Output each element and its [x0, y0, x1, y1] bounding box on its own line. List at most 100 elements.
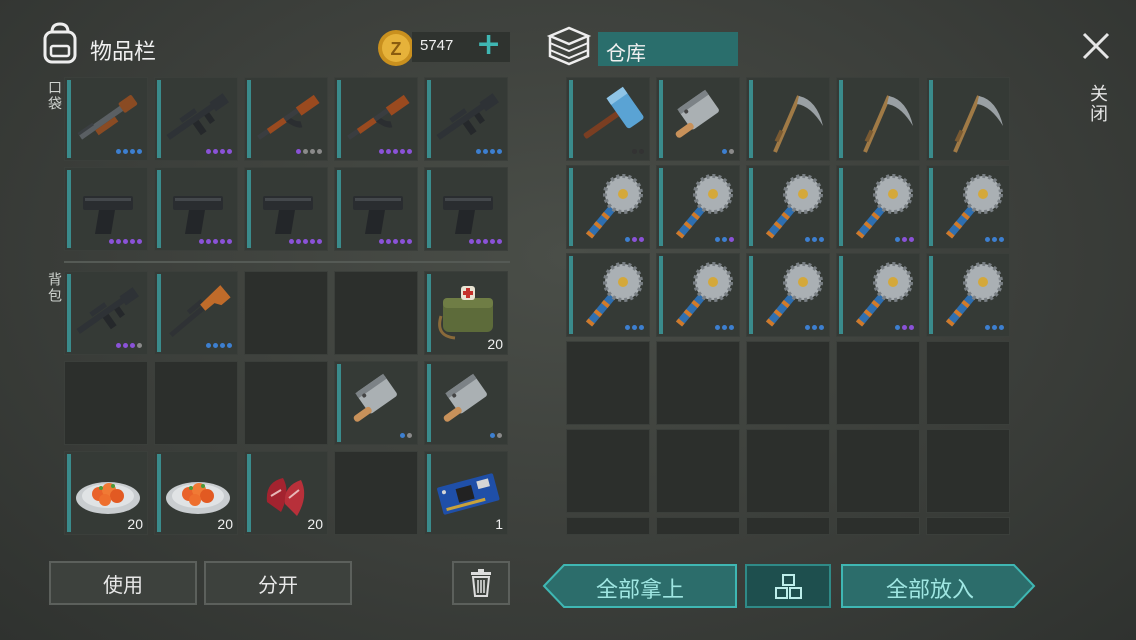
- rarity-dots: [632, 149, 644, 154]
- section-divider: [64, 261, 510, 263]
- use-button[interactable]: 使用: [49, 561, 197, 605]
- backpack-slot-cleaver[interactable]: [334, 361, 418, 445]
- rarity-dots: [296, 149, 322, 154]
- storage-slot-cleaver[interactable]: [656, 77, 740, 161]
- pocket-slot-ak-rifle[interactable]: [244, 77, 328, 161]
- storage-slot-sledgehammer[interactable]: [566, 77, 650, 161]
- storage-slot-empty[interactable]: [746, 517, 830, 535]
- storage-slot-saw-mace[interactable]: [836, 253, 920, 337]
- rarity-dots: [490, 433, 502, 438]
- item-quantity: 1: [495, 516, 503, 532]
- rarity-dots: [469, 239, 502, 244]
- backpack-slot-empty[interactable]: [154, 361, 238, 445]
- storage-slot-scythe[interactable]: [926, 77, 1010, 161]
- pocket-slot-shotgun[interactable]: [64, 77, 148, 161]
- backpack-slot-sniper-rifle[interactable]: [154, 271, 238, 355]
- backpack-slot-empty[interactable]: [244, 271, 328, 355]
- backpack-slot-assault-rifle[interactable]: [64, 271, 148, 355]
- storage-slot-empty[interactable]: [566, 517, 650, 535]
- pocket-label: 口袋: [46, 80, 62, 112]
- storage-slot-empty[interactable]: [836, 341, 920, 425]
- take-all-button[interactable]: 全部拿上: [542, 563, 738, 609]
- backpack-slot-empty[interactable]: [334, 451, 418, 535]
- backpack-slot-empty[interactable]: [64, 361, 148, 445]
- rarity-dots: [805, 237, 824, 242]
- storage-slot-scythe[interactable]: [746, 77, 830, 161]
- storage-slot-empty[interactable]: [746, 341, 830, 425]
- rarity-dots: [895, 237, 914, 242]
- storage-slot-empty[interactable]: [656, 341, 740, 425]
- storage-slot-empty[interactable]: [926, 429, 1010, 513]
- item-quantity: 20: [487, 336, 503, 352]
- rarity-dots: [715, 325, 734, 330]
- storage-slot-empty[interactable]: [566, 341, 650, 425]
- storage-slot-saw-mace[interactable]: [836, 165, 920, 249]
- backpack-slot-medkit-bag[interactable]: 20: [424, 271, 508, 355]
- item-quantity: 20: [127, 516, 143, 532]
- pocket-slot-pistol[interactable]: [64, 167, 148, 251]
- storage-slot-empty[interactable]: [656, 517, 740, 535]
- storage-slot-empty[interactable]: [836, 517, 920, 535]
- split-button[interactable]: 分开: [204, 561, 352, 605]
- backpack-slot-empty[interactable]: [244, 361, 328, 445]
- pocket-slot-assault-rifle[interactable]: [424, 77, 508, 161]
- storage-slot-saw-mace[interactable]: [746, 253, 830, 337]
- close-button[interactable]: 关闭: [1078, 30, 1114, 130]
- storage-slot-empty[interactable]: [926, 517, 1010, 535]
- rarity-dots: [895, 325, 914, 330]
- pocket-slot-pistol[interactable]: [424, 167, 508, 251]
- rarity-dots: [109, 239, 142, 244]
- inventory-title: 物品栏: [90, 40, 157, 65]
- storage-slot-saw-mace[interactable]: [656, 253, 740, 337]
- item-quantity: 20: [217, 516, 233, 532]
- rarity-dots: [625, 237, 644, 242]
- storage-slot-empty[interactable]: [746, 429, 830, 513]
- rarity-dots: [206, 149, 232, 154]
- put-all-button[interactable]: 全部放入: [840, 563, 1036, 609]
- storage-slot-scythe[interactable]: [836, 77, 920, 161]
- backpack-slot-food-plate[interactable]: 20: [64, 451, 148, 535]
- coin-display: Z 5747 +: [376, 28, 510, 66]
- trash-button[interactable]: [452, 561, 510, 605]
- backpack-label: 背包: [46, 272, 62, 304]
- coin-count: 5747: [420, 37, 454, 54]
- rarity-dots: [985, 237, 1004, 242]
- storage-slot-saw-mace[interactable]: [566, 165, 650, 249]
- rarity-dots: [400, 433, 412, 438]
- close-label: 关闭: [1087, 84, 1108, 124]
- pocket-slot-pistol[interactable]: [244, 167, 328, 251]
- storage-slot-empty[interactable]: [566, 429, 650, 513]
- add-coins-button[interactable]: +: [476, 30, 501, 60]
- pocket-slot-ak-rifle[interactable]: [334, 77, 418, 161]
- rarity-dots: [116, 343, 142, 348]
- storage-slot-empty[interactable]: [656, 429, 740, 513]
- rarity-dots: [985, 325, 1004, 330]
- storage-slot-saw-mace[interactable]: [926, 253, 1010, 337]
- rarity-dots: [289, 239, 322, 244]
- grid-icon: [775, 574, 802, 599]
- sort-button[interactable]: [745, 564, 831, 608]
- backpack-slot-cleaver[interactable]: [424, 361, 508, 445]
- rarity-dots: [625, 325, 644, 330]
- rarity-dots: [379, 239, 412, 244]
- pocket-slot-pistol[interactable]: [334, 167, 418, 251]
- rarity-dots: [379, 149, 412, 154]
- rarity-dots: [199, 239, 232, 244]
- backpack-slot-raw-meat[interactable]: 20: [244, 451, 328, 535]
- storage-slot-saw-mace[interactable]: [746, 165, 830, 249]
- svg-text:Z: Z: [391, 39, 402, 59]
- pocket-slot-pistol[interactable]: [154, 167, 238, 251]
- storage-title: 仓库: [606, 41, 646, 65]
- backpack-icon: [40, 22, 80, 66]
- storage-slot-saw-mace[interactable]: [656, 165, 740, 249]
- storage-slot-empty[interactable]: [926, 341, 1010, 425]
- backpack-slot-empty[interactable]: [334, 271, 418, 355]
- item-quantity: 20: [307, 516, 323, 532]
- pocket-slot-assault-rifle[interactable]: [154, 77, 238, 161]
- storage-slot-saw-mace[interactable]: [566, 253, 650, 337]
- rarity-dots: [722, 149, 734, 154]
- backpack-slot-food-plate[interactable]: 20: [154, 451, 238, 535]
- backpack-slot-circuit-board[interactable]: 1: [424, 451, 508, 535]
- storage-slot-saw-mace[interactable]: [926, 165, 1010, 249]
- storage-slot-empty[interactable]: [836, 429, 920, 513]
